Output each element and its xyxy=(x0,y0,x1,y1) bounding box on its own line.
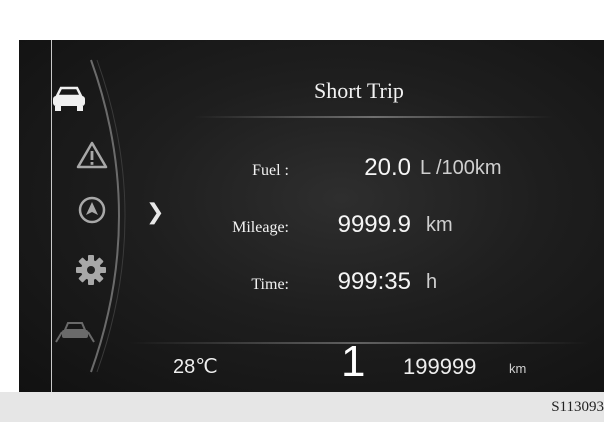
odometer-unit: km xyxy=(509,361,527,376)
time-value: 999:35 xyxy=(337,268,411,295)
fuel-unit: L /100km xyxy=(420,157,502,179)
mileage-value: 9999.9 xyxy=(337,211,411,238)
car-assist-icon[interactable] xyxy=(53,318,97,344)
time-label: Time: xyxy=(251,276,289,293)
mileage-unit: km xyxy=(426,214,453,236)
fuel-value: 20.0 xyxy=(364,154,411,181)
car-icon[interactable] xyxy=(49,84,89,112)
top-margin xyxy=(0,0,604,40)
fuel-label: Fuel : xyxy=(252,162,289,179)
time-unit: h xyxy=(426,271,438,293)
page-title: Short Trip xyxy=(314,78,404,103)
navigation-icon[interactable] xyxy=(77,195,107,225)
mileage-label: Mileage: xyxy=(232,219,289,236)
warning-triangle-icon[interactable] xyxy=(75,140,109,170)
cluster-display: ❯ Short Trip Fuel : 20.0 L /100km Mileag… xyxy=(19,40,604,392)
figure-code: S113093 xyxy=(551,399,604,415)
gear-indicator: 1 xyxy=(341,337,366,386)
outside-temperature: 28℃ xyxy=(173,356,218,378)
title-divider xyxy=(194,116,554,118)
chevron-right-icon: ❯ xyxy=(146,200,165,225)
gear-settings-icon[interactable] xyxy=(75,254,107,286)
odometer-value: 199999 xyxy=(403,354,477,379)
bottom-margin xyxy=(0,392,604,422)
